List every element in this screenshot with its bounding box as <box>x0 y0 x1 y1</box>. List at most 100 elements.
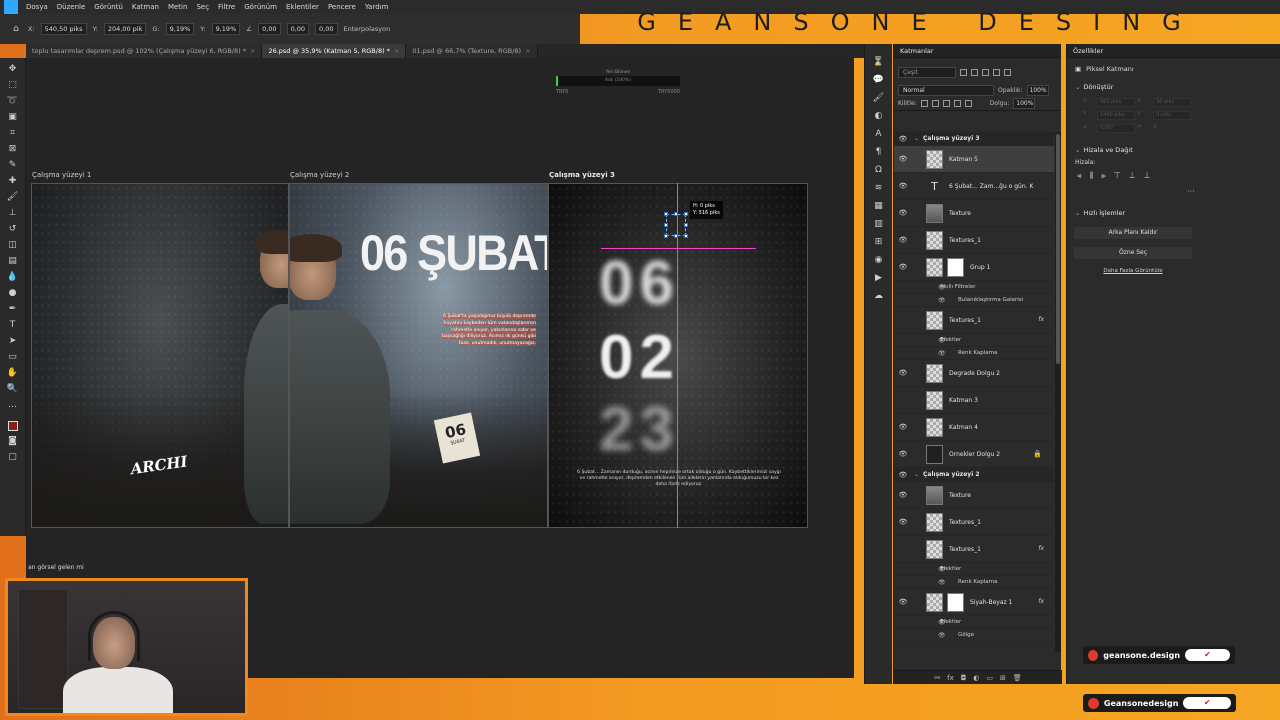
filter-pixel-icon[interactable] <box>960 68 967 76</box>
comments-panel-icon[interactable]: 💬 <box>873 74 885 86</box>
transform-handle[interactable] <box>664 234 668 238</box>
eyedropper-tool-icon[interactable]: ✎ <box>7 159 19 171</box>
menu-plugins[interactable]: Eklentiler <box>286 3 319 11</box>
visibility-eye-icon[interactable]: 👁 <box>938 284 946 291</box>
screen-mode-icon[interactable]: ▢ <box>7 451 19 463</box>
layer-row[interactable]: 👁 Texture <box>894 482 1054 509</box>
filter-type-icon[interactable] <box>982 68 989 76</box>
transform-handle[interactable] <box>684 223 688 227</box>
width-field[interactable]: 960 piks <box>1097 98 1135 107</box>
close-icon[interactable]: × <box>250 47 255 55</box>
fill-field[interactable]: 100% <box>1013 98 1036 109</box>
visibility-eye-icon[interactable]: 👁 <box>938 297 946 304</box>
visibility-eye-icon[interactable]: 👁 <box>938 350 946 357</box>
history-brush-tool-icon[interactable]: ↺ <box>7 223 19 235</box>
filter-smart-object-icon[interactable] <box>1004 68 1011 76</box>
menu-layer[interactable]: Katman <box>132 3 159 11</box>
transform-angle-field[interactable]: 0,00 <box>258 23 281 35</box>
zoom-tool-icon[interactable]: 🔍 <box>7 383 19 395</box>
properties-panel-title[interactable]: Özellikler <box>1067 44 1280 58</box>
lock-all-icon[interactable] <box>964 100 972 107</box>
frame-tool-icon[interactable]: ⊠ <box>7 143 19 155</box>
transform-handle[interactable] <box>664 212 668 216</box>
layer-row[interactable]: 👁 Örnekler Dolgu 2 🔒 <box>894 441 1054 468</box>
quick-mask-icon[interactable]: ◙ <box>7 435 19 447</box>
lock-transparent-icon[interactable] <box>920 100 928 107</box>
visibility-eye-icon[interactable]: 👁 <box>894 155 912 163</box>
layer-row[interactable]: 👁 Siyah-Beyaz 1 fx <box>894 589 1054 616</box>
home-icon[interactable]: ⌂ <box>10 23 22 35</box>
effects-fx-icon[interactable]: fx <box>1038 545 1044 552</box>
layer-row[interactable]: 👁 Textures_1 <box>894 509 1054 536</box>
filter-item-row[interactable]: 👁 Bulanıklaştırma Galerisi <box>894 294 1054 307</box>
lock-image-icon[interactable] <box>931 100 939 107</box>
paragraph-panel-icon[interactable]: ¶ <box>873 146 885 158</box>
layer-group-row[interactable]: 👁 ⌄ Çalışma yüzeyi 3 <box>894 132 1054 146</box>
hand-tool-icon[interactable]: ✋ <box>7 367 19 379</box>
filter-shape-icon[interactable] <box>993 68 1000 76</box>
layer-mask-thumbnail[interactable] <box>947 257 964 277</box>
visibility-eye-icon[interactable]: 👁 <box>938 337 946 344</box>
menu-view[interactable]: Görünüm <box>244 3 277 11</box>
opacity-field[interactable]: 100% <box>1026 84 1049 96</box>
layer-row[interactable]: 👁 Katman 5 <box>894 146 1054 173</box>
smart-filters-row[interactable]: 👁 Akıllı Filtreler <box>894 281 1054 294</box>
blur-tool-icon[interactable]: 💧 <box>7 271 19 283</box>
visibility-eye-icon[interactable]: 👁 <box>894 450 912 458</box>
glyphs-panel-icon[interactable]: Ω <box>873 164 885 176</box>
menu-window[interactable]: Pencere <box>328 3 356 11</box>
transform-w-field[interactable]: 9,19% <box>165 23 195 35</box>
patterns-panel-icon[interactable]: ⊞ <box>873 236 885 248</box>
transform-handle[interactable] <box>674 212 678 216</box>
angle-field[interactable]: 0,00° <box>1097 124 1135 133</box>
swatches-panel-icon[interactable]: ▦ <box>873 200 885 212</box>
menu-filter[interactable]: Filtre <box>218 3 235 11</box>
doc-tab-3[interactable]: 01.psd @ 66,7% (Texture, RGB/8) × <box>406 44 538 58</box>
layer-row[interactable]: 👁 Grup 1 <box>894 254 1054 281</box>
align-middle-v-icon[interactable]: ⊥ <box>1129 171 1136 181</box>
adjustments-panel-icon[interactable]: ◐ <box>873 110 885 122</box>
crop-tool-icon[interactable]: ⌗ <box>7 127 19 139</box>
transform-handle[interactable] <box>674 234 678 238</box>
layer-row[interactable]: 👁 Textures_1 <box>894 227 1054 254</box>
interpolation-select[interactable]: Enterpolasyon <box>344 25 391 33</box>
align-section-title[interactable]: ⌄ Hizala ve Dağıt <box>1067 143 1280 157</box>
photoshop-logo-icon[interactable] <box>4 0 18 14</box>
history-panel-icon[interactable]: ⌛ <box>873 56 885 68</box>
channels-panel-icon[interactable]: ≋ <box>873 182 885 194</box>
effect-item-row[interactable]: 👁 Renk Kaplama <box>894 347 1054 360</box>
layer-row[interactable]: Katman 3 <box>894 387 1054 414</box>
layers-scroll-thumb[interactable] <box>1056 134 1060 364</box>
lock-position-icon[interactable] <box>942 100 950 107</box>
doc-tab-2[interactable]: 26.psd @ 35,9% (Katman 5, RGB/8) * × <box>262 44 407 58</box>
layer-row[interactable]: Textures_1 fx <box>894 307 1054 334</box>
visibility-eye-icon[interactable]: 👁 <box>894 471 912 479</box>
select-subject-button[interactable]: Özne Seç <box>1073 246 1193 260</box>
height-field[interactable]: 1440 piks <box>1097 111 1135 120</box>
y-field[interactable]: 0 piks <box>1153 111 1191 120</box>
menu-help[interactable]: Yardım <box>365 3 389 11</box>
lasso-tool-icon[interactable]: ➰ <box>7 95 19 107</box>
transform-handle[interactable] <box>664 223 668 227</box>
path-select-tool-icon[interactable]: ➤ <box>7 335 19 347</box>
menu-select[interactable]: Seç <box>196 3 209 11</box>
align-right-icon[interactable]: ⫸ <box>1101 171 1106 181</box>
link-layers-icon[interactable]: ⚯ <box>934 674 940 682</box>
lock-artboard-icon[interactable] <box>953 100 961 107</box>
layer-row[interactable]: 👁 Texture <box>894 200 1054 227</box>
remove-background-button[interactable]: Arka Planı Kaldır <box>1073 226 1193 240</box>
layer-group-row[interactable]: 👁 ⌄ Çalışma yüzeyi 2 <box>894 468 1054 482</box>
artboard-3-label[interactable]: Çalışma yüzeyi 3 <box>549 171 615 179</box>
layer-row[interactable]: 👁 Degrade Dolgu 2 <box>894 360 1054 387</box>
new-adjustment-icon[interactable]: ◐ <box>973 674 979 682</box>
visibility-eye-icon[interactable]: 👁 <box>938 579 946 586</box>
visibility-eye-icon[interactable]: 👁 <box>938 566 946 573</box>
artboard-2-label[interactable]: Çalışma yüzeyi 2 <box>290 171 349 179</box>
more-tools-icon[interactable]: … <box>7 399 19 411</box>
add-mask-icon[interactable]: ◘ <box>961 674 967 682</box>
transform-section-title[interactable]: ⌄ Dönüştür <box>1067 80 1280 94</box>
visibility-eye-icon[interactable]: 👁 <box>894 263 912 271</box>
transform-selection-box[interactable] <box>664 212 688 238</box>
layer-row[interactable]: 👁 Katman 4 <box>894 414 1054 441</box>
doc-tab-1[interactable]: toplu tasarımlar deprem.psd @ 102% (Çalı… <box>26 44 263 58</box>
